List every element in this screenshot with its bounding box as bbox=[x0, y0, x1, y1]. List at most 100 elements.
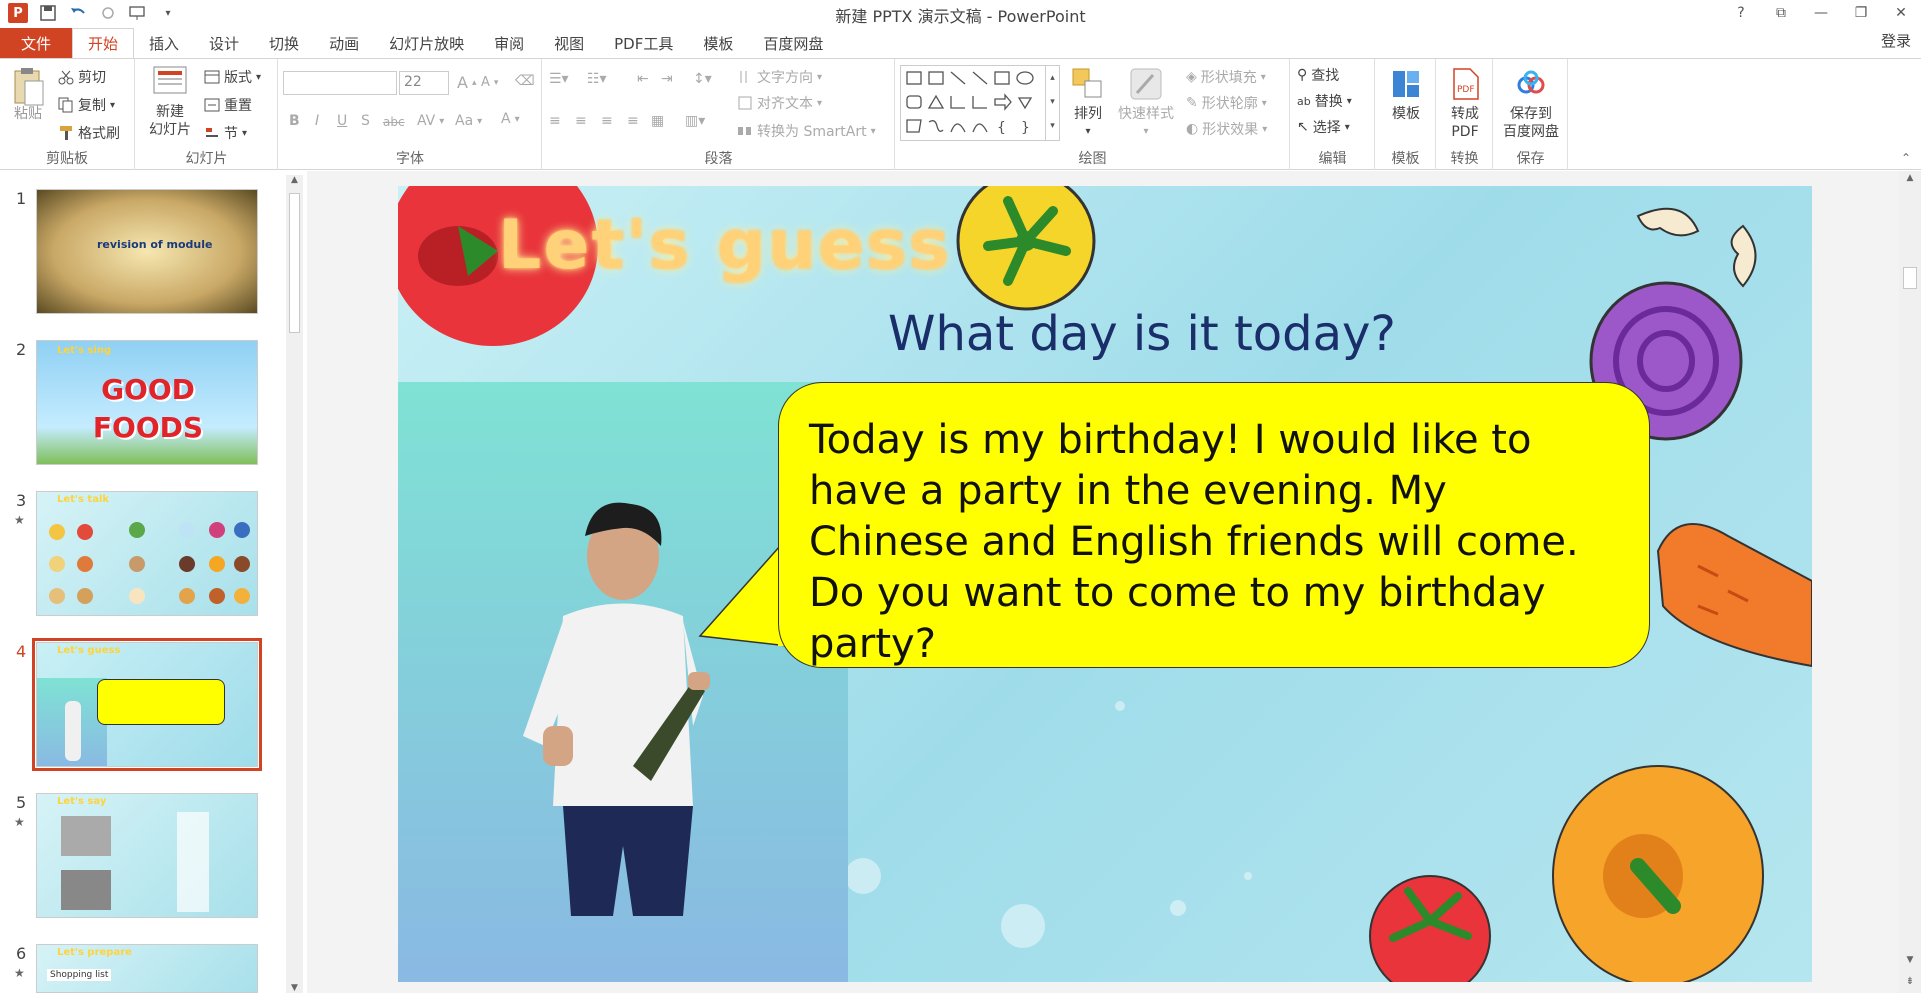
tab-home[interactable]: 开始 bbox=[72, 28, 135, 58]
shadow-button[interactable]: S bbox=[361, 113, 370, 129]
scrollbar-thumb[interactable] bbox=[1903, 267, 1917, 289]
cut-button[interactable]: 剪切 bbox=[58, 67, 106, 87]
save-to-baidu-button[interactable]: 保存到 百度网盘 bbox=[1496, 67, 1566, 141]
scroll-up-icon[interactable]: ▲ bbox=[1899, 173, 1921, 183]
distributed-icon[interactable]: ▦ bbox=[651, 113, 664, 129]
tab-view[interactable]: 视图 bbox=[539, 28, 599, 58]
char-spacing-button[interactable]: AV ▾ bbox=[417, 113, 444, 129]
change-case-button[interactable]: Aa ▾ bbox=[455, 113, 482, 129]
shrink-font-button[interactable]: A ▾ bbox=[481, 75, 498, 90]
slide-thumbnail[interactable]: Let's sing GOOD FOODS bbox=[36, 340, 258, 465]
restore-button[interactable]: ❐ bbox=[1841, 0, 1881, 26]
quick-styles-button[interactable]: 快速样式 ▾ bbox=[1114, 67, 1178, 141]
close-button[interactable]: ✕ bbox=[1881, 0, 1921, 26]
tab-slideshow[interactable]: 幻灯片放映 bbox=[374, 28, 479, 58]
format-painter-button[interactable]: 格式刷 bbox=[58, 123, 120, 143]
speech-bubble[interactable]: Today is my birthday! I would like to ha… bbox=[778, 382, 1650, 668]
arrange-button[interactable]: 排列 ▾ bbox=[1068, 67, 1108, 141]
template-button[interactable]: 模板 bbox=[1382, 67, 1430, 123]
tab-review[interactable]: 审阅 bbox=[479, 28, 539, 58]
reset-label: 重置 bbox=[224, 98, 252, 114]
align-center-icon[interactable]: ≡ bbox=[575, 113, 587, 129]
convert-smartart-button[interactable]: 转换为 SmartArt ▾ bbox=[737, 121, 876, 141]
shapes-gallery[interactable]: {} ▴ ▾ ▾ bbox=[900, 65, 1060, 141]
ribbon-display-button[interactable]: ⧉ bbox=[1761, 0, 1801, 26]
increase-indent-icon[interactable]: ⇥ bbox=[661, 71, 673, 87]
underline-button[interactable]: U bbox=[337, 113, 347, 129]
current-slide[interactable]: Let's guess What day is it today? Today … bbox=[398, 186, 1812, 982]
undo-icon[interactable] bbox=[68, 3, 88, 23]
thumbnail-caption: GOOD FOODS bbox=[92, 373, 204, 444]
paste-button[interactable]: 粘贴 bbox=[8, 67, 48, 123]
tab-transitions[interactable]: 切换 bbox=[254, 28, 314, 58]
shape-effects-button[interactable]: ◐ 形状效果 ▾ bbox=[1186, 119, 1267, 139]
italic-button[interactable]: I bbox=[315, 113, 319, 129]
font-family-select[interactable] bbox=[283, 71, 397, 95]
redo-icon[interactable] bbox=[98, 3, 118, 23]
animation-star-icon: ★ bbox=[14, 815, 25, 829]
tab-templates[interactable]: 模板 bbox=[688, 28, 748, 58]
decrease-indent-icon[interactable]: ⇤ bbox=[637, 71, 649, 87]
font-color-button[interactable]: A ▾ bbox=[501, 111, 520, 127]
slide-thumbnail[interactable]: Let's prepare Shopping list bbox=[36, 944, 258, 993]
template-group-label: 模板 bbox=[1391, 151, 1420, 167]
strikethrough-button[interactable]: abc bbox=[383, 115, 405, 129]
reset-button[interactable]: 重置 bbox=[204, 95, 252, 115]
slide-thumbnail-selected[interactable]: Let's guess bbox=[32, 638, 262, 771]
char-spacing-label: AV bbox=[417, 113, 436, 129]
scroll-down-icon[interactable]: ▼ bbox=[286, 983, 303, 993]
next-slide-icon[interactable]: ⇟ bbox=[1899, 976, 1921, 987]
slide-thumbnail[interactable]: revision of module bbox=[36, 189, 258, 314]
login-link[interactable]: 登录 bbox=[1881, 30, 1911, 51]
grow-font-button[interactable]: A ▴ bbox=[457, 73, 476, 92]
shape-fill-button[interactable]: ◈ 形状填充 ▾ bbox=[1186, 67, 1266, 87]
layout-button[interactable]: 版式 ▾ bbox=[204, 67, 261, 87]
collapse-ribbon-icon[interactable]: ⌃ bbox=[1901, 151, 1911, 165]
scroll-up-icon[interactable]: ▲ bbox=[286, 175, 303, 185]
section-icon bbox=[204, 125, 220, 141]
copy-button[interactable]: 复制 ▾ bbox=[58, 95, 115, 115]
bold-button[interactable]: B bbox=[289, 113, 300, 129]
shape-outline-button[interactable]: ✎ 形状轮廓 ▾ bbox=[1186, 93, 1267, 113]
align-right-icon[interactable]: ≡ bbox=[601, 113, 613, 129]
replace-button[interactable]: ab 替换 ▾ bbox=[1297, 91, 1352, 111]
clear-formatting-icon[interactable]: ⌫ bbox=[515, 73, 535, 89]
save-icon[interactable] bbox=[38, 3, 58, 23]
select-button[interactable]: ↖ 选择 ▾ bbox=[1297, 117, 1350, 137]
line-spacing-icon[interactable]: ↕▾ bbox=[693, 71, 712, 87]
minimize-button[interactable]: — bbox=[1801, 0, 1841, 26]
tab-file[interactable]: 文件 bbox=[0, 28, 72, 58]
speech-bubble-text[interactable]: Today is my birthday! I would like to ha… bbox=[809, 415, 1619, 670]
thumbnail-scrollbar[interactable]: ▲ ▼ bbox=[286, 175, 303, 993]
new-slide-button[interactable]: 新建 幻灯片 bbox=[142, 63, 198, 139]
tab-animations[interactable]: 动画 bbox=[314, 28, 374, 58]
gallery-scroll-icon[interactable]: ▴ ▾ ▾ bbox=[1045, 66, 1059, 140]
scroll-down-icon[interactable]: ▼ bbox=[1899, 955, 1921, 965]
numbering-icon[interactable]: ☷▾ bbox=[587, 71, 607, 87]
columns-icon[interactable]: ▥▾ bbox=[685, 113, 705, 129]
tab-baidu-netdisk[interactable]: 百度网盘 bbox=[748, 28, 838, 58]
tab-insert[interactable]: 插入 bbox=[134, 28, 194, 58]
convert-pdf-button[interactable]: PDF 转成 PDF bbox=[1441, 67, 1489, 141]
help-button[interactable]: ? bbox=[1721, 0, 1761, 26]
justify-icon[interactable]: ≡ bbox=[627, 113, 639, 129]
yellow-fruit-icon bbox=[956, 186, 1096, 311]
tab-pdf-tools[interactable]: PDF工具 bbox=[599, 28, 688, 58]
slide-thumbnail[interactable]: Let's talk bbox=[36, 491, 258, 616]
quick-access-toolbar: P ▾ bbox=[8, 2, 178, 24]
scrollbar-thumb[interactable] bbox=[289, 193, 300, 333]
shadow-label: S bbox=[361, 113, 370, 129]
customize-qat-icon[interactable]: ▾ bbox=[158, 3, 178, 23]
section-button[interactable]: 节 ▾ bbox=[204, 123, 247, 143]
align-left-icon[interactable]: ≡ bbox=[549, 113, 561, 129]
find-button[interactable]: ⚲ 查找 bbox=[1297, 65, 1339, 85]
slideshow-from-start-icon[interactable] bbox=[128, 3, 148, 23]
slide-thumbnail[interactable]: Let's say bbox=[36, 793, 258, 918]
font-size-select[interactable]: 22 bbox=[399, 71, 449, 95]
carrot-icon bbox=[1656, 523, 1812, 668]
bullets-icon[interactable]: ☰▾ bbox=[549, 71, 569, 87]
align-text-button[interactable]: 对齐文本 ▾ bbox=[737, 93, 822, 113]
tab-design[interactable]: 设计 bbox=[194, 28, 254, 58]
editor-scrollbar[interactable]: ▲ ▼ ⇟ bbox=[1899, 171, 1921, 993]
text-direction-button[interactable]: 文字方向 ▾ bbox=[737, 67, 822, 87]
